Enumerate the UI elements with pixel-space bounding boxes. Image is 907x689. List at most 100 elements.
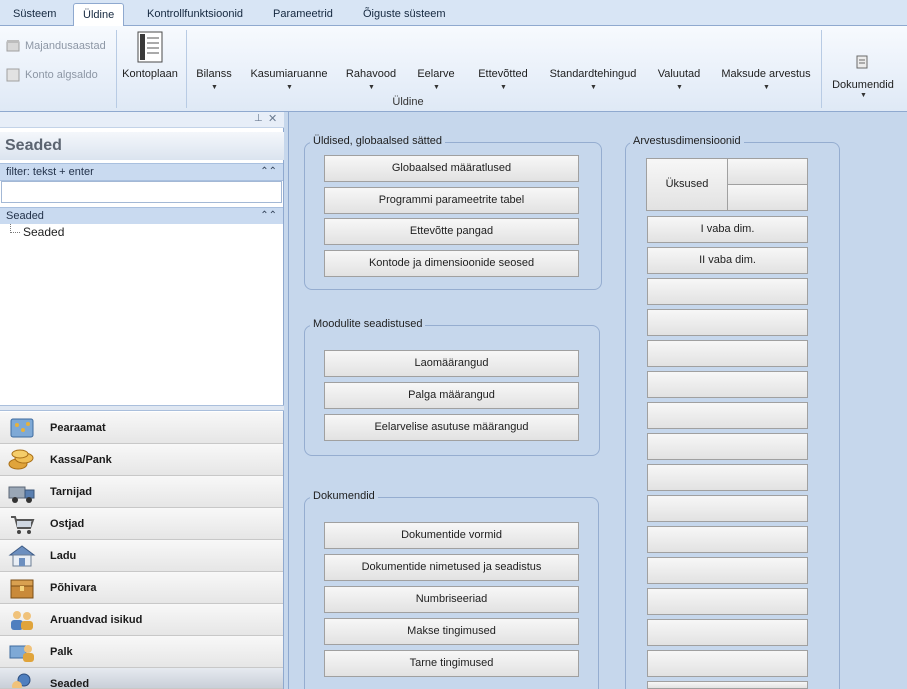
dokumendid-button[interactable]: Dokumendid bbox=[828, 77, 898, 93]
tree-header[interactable]: Seaded ⌃⌃ bbox=[0, 207, 283, 224]
blank-dimension-button[interactable] bbox=[647, 588, 808, 615]
nav-item-palk[interactable]: Palk bbox=[0, 636, 283, 668]
blank-dimension-button[interactable] bbox=[647, 371, 808, 398]
nav-item-aruandvad-isikud[interactable]: Aruandvad isikud bbox=[0, 604, 283, 636]
rahavood-button[interactable]: Rahavood bbox=[341, 66, 401, 82]
ii-vaba-dim-button[interactable]: II vaba dim. bbox=[647, 247, 808, 274]
tab-yldine[interactable]: Üldine bbox=[73, 3, 125, 27]
blank-dimension-button[interactable] bbox=[647, 278, 808, 305]
programmi-parameetrite-tabel-button[interactable]: Programmi parameetrite tabel bbox=[324, 187, 579, 214]
maksude-arvestus-button[interactable]: Maksude arvestus bbox=[716, 66, 816, 82]
i-vaba-dim-button[interactable]: I vaba dim. bbox=[647, 216, 808, 243]
calendar-icon bbox=[6, 38, 20, 52]
nav-label: Palk bbox=[50, 646, 73, 658]
nav-label: Aruandvad isikud bbox=[50, 614, 143, 626]
globaalsed-maaratlused-button[interactable]: Globaalsed määratlused bbox=[324, 155, 579, 182]
ribbon-separator bbox=[821, 30, 822, 108]
nav-item-tarnijad[interactable]: Tarnijad bbox=[0, 476, 283, 508]
blank-dimension-button[interactable] bbox=[647, 464, 808, 491]
nav-label: Põhivara bbox=[50, 582, 97, 594]
bilanss-button[interactable]: Bilanss bbox=[193, 66, 235, 82]
group-title: Arvestusdimensioonid bbox=[630, 135, 744, 147]
chevron-up-icon[interactable]: ⌃⌃ bbox=[260, 208, 277, 224]
valuutad-button[interactable]: Valuutad bbox=[653, 66, 705, 82]
chevron-down-icon: ▼ bbox=[590, 84, 597, 91]
eelarvelise-asutuse-maarangud-button[interactable]: Eelarvelise asutuse määrangud bbox=[324, 414, 579, 441]
blank-dimension-button[interactable] bbox=[647, 681, 808, 689]
blank-dimension-button[interactable] bbox=[647, 309, 808, 336]
ettevotte-pangad-button[interactable]: Ettevõtte pangad bbox=[324, 218, 579, 245]
blank-dimension-button[interactable] bbox=[647, 650, 808, 677]
eelarve-button[interactable]: Eelarve bbox=[414, 66, 458, 82]
blank-dimension-button[interactable] bbox=[647, 433, 808, 460]
nav-label: Pearaamat bbox=[50, 422, 106, 434]
nav-item-ostjad[interactable]: Ostjad bbox=[0, 508, 283, 540]
ledger-icon bbox=[8, 416, 36, 440]
chevron-down-icon: ▼ bbox=[500, 84, 507, 91]
tab-kontrollfunktsioonid[interactable]: Kontrollfunktsioonid bbox=[138, 3, 252, 26]
coins-icon bbox=[8, 448, 36, 472]
close-icon[interactable]: ✕ bbox=[268, 112, 277, 125]
dokumentide-nimetused-button[interactable]: Dokumentide nimetused ja seadistus bbox=[324, 554, 579, 581]
kontoplaan-button[interactable]: Kontoplaan bbox=[120, 66, 180, 82]
palga-maarangud-button[interactable]: Palga määrangud bbox=[324, 382, 579, 409]
nav-item-pohivara[interactable]: Põhivara bbox=[0, 572, 283, 604]
payroll-icon bbox=[8, 640, 36, 664]
filter-header[interactable]: filter: tekst + enter ⌃⌃ bbox=[0, 163, 283, 181]
chevron-down-icon: ▼ bbox=[368, 84, 375, 91]
tab-oiguste-systeem[interactable]: Õiguste süsteem bbox=[354, 3, 455, 26]
filter-input[interactable] bbox=[1, 181, 282, 203]
tab-systeem[interactable]: Süsteem bbox=[4, 3, 65, 26]
truck-icon bbox=[8, 480, 36, 504]
blank-dimension-button[interactable] bbox=[647, 557, 808, 584]
majandusaastad-button[interactable]: Majandusaastad bbox=[25, 37, 106, 55]
tab-parameetrid[interactable]: Parameetrid bbox=[264, 3, 342, 26]
panel-title: Seaded bbox=[0, 132, 284, 160]
chevron-up-icon[interactable]: ⌃⌃ bbox=[260, 164, 277, 180]
tree-connector bbox=[10, 224, 20, 233]
makse-tingimused-button[interactable]: Makse tingimused bbox=[324, 618, 579, 645]
filter-label: filter: tekst + enter bbox=[6, 166, 94, 178]
group-title: Üldised, globaalsed sätted bbox=[310, 135, 446, 147]
pin-icon[interactable]: ⊥ bbox=[254, 113, 263, 124]
dokumentide-vormid-button[interactable]: Dokumentide vormid bbox=[324, 522, 579, 549]
blank-dimension-button[interactable] bbox=[647, 619, 808, 646]
blank-dimension-button[interactable] bbox=[727, 158, 808, 185]
blank-dimension-button[interactable] bbox=[727, 184, 808, 211]
standardtehingud-button[interactable]: Standardtehingud bbox=[545, 66, 641, 82]
blank-dimension-button[interactable] bbox=[647, 340, 808, 367]
blank-dimension-button[interactable] bbox=[647, 402, 808, 429]
uksused-button[interactable]: Üksused bbox=[646, 158, 728, 211]
chevron-down-icon: ▼ bbox=[286, 84, 293, 91]
chevron-down-icon: ▼ bbox=[676, 84, 683, 91]
cart-icon bbox=[8, 512, 36, 536]
nav-item-kassa-pank[interactable]: Kassa/Pank bbox=[0, 444, 283, 476]
tarne-tingimused-button[interactable]: Tarne tingimused bbox=[324, 650, 579, 677]
blank-dimension-button[interactable] bbox=[647, 495, 808, 522]
nav-label: Tarnijad bbox=[50, 486, 92, 498]
nav-label: Kassa/Pank bbox=[50, 454, 112, 466]
laomaarangud-button[interactable]: Laomäärangud bbox=[324, 350, 579, 377]
blank-dimension-button[interactable] bbox=[647, 526, 808, 553]
chevron-down-icon: ▼ bbox=[211, 84, 218, 91]
account-icon bbox=[6, 68, 20, 82]
settings-icon bbox=[8, 672, 36, 688]
ribbon-group-label: Üldine bbox=[392, 96, 424, 108]
kasumiaruanne-button[interactable]: Kasumiaruanne bbox=[249, 66, 329, 82]
nav-item-pearaamat[interactable]: Pearaamat bbox=[0, 412, 283, 444]
numbriseeriad-button[interactable]: Numbriseeriad bbox=[324, 586, 579, 613]
warehouse-icon bbox=[8, 544, 36, 568]
chevron-down-icon: ▼ bbox=[763, 84, 770, 91]
nav-label: Seaded bbox=[50, 678, 90, 689]
nav-splitter[interactable] bbox=[0, 405, 284, 411]
tree-item-seaded[interactable]: Seaded bbox=[23, 224, 64, 240]
nav-item-seaded[interactable]: Seaded bbox=[0, 668, 283, 689]
kontode-ja-dimensioonide-seosed-button[interactable]: Kontode ja dimensioonide seosed bbox=[324, 250, 579, 277]
ribbon-separator bbox=[116, 30, 117, 108]
konto-algsaldo-button[interactable]: Konto algsaldo bbox=[25, 66, 98, 84]
nav-item-ladu[interactable]: Ladu bbox=[0, 540, 283, 572]
people-icon bbox=[8, 608, 36, 632]
ribbon-tab-bar: Süsteem Üldine Kontrollfunktsioonid Para… bbox=[0, 0, 907, 27]
chevron-down-icon: ▼ bbox=[433, 84, 440, 91]
ettevotted-button[interactable]: Ettevõtted bbox=[471, 66, 535, 82]
